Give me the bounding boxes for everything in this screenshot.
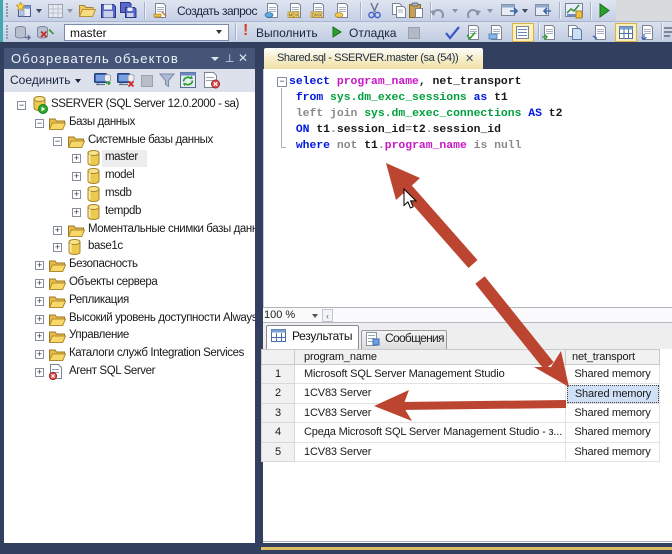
svg-text:DMX: DMX bbox=[312, 13, 322, 18]
svg-text:MDX: MDX bbox=[289, 13, 299, 18]
